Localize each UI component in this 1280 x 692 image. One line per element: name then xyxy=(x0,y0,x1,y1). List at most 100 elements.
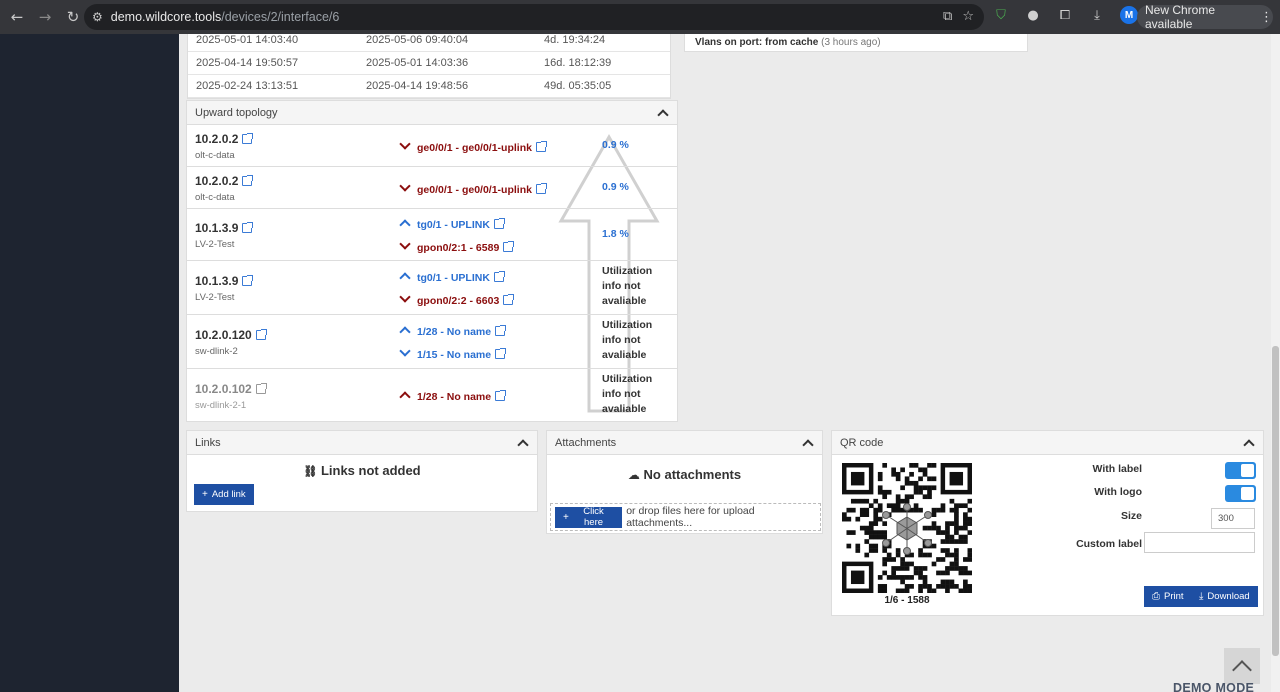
chevron-up-icon xyxy=(1232,660,1252,680)
external-link-icon[interactable] xyxy=(255,383,267,394)
menu-dots-icon: ⋮ xyxy=(1260,9,1273,25)
chevron-down-icon xyxy=(399,291,411,303)
history-table: 2025-05-01 14:03:40 2025-05-06 09:40:04 … xyxy=(187,34,671,99)
unlink-icon: ⛓ xyxy=(303,465,318,478)
custom-label-input[interactable] xyxy=(1144,532,1255,553)
table-row: 2025-02-24 13:13:51 2025-04-14 19:48:56 … xyxy=(188,75,670,98)
with-logo-label: With logo xyxy=(1094,486,1142,498)
update-chrome-label: New Chrome available xyxy=(1145,3,1216,31)
port-link[interactable]: 1/15 - No name xyxy=(399,345,507,361)
external-link-icon[interactable] xyxy=(535,141,547,152)
device-name: sw-dlink-2-1 xyxy=(195,400,247,411)
click-here-button[interactable]: + Click here xyxy=(555,506,623,528)
vlans-card: Vlans on port: from cache (3 hours ago) xyxy=(684,34,1028,52)
main-content: 2025-05-01 14:03:40 2025-05-06 09:40:04 … xyxy=(179,34,1271,692)
port-link[interactable]: 1/28 - No name xyxy=(399,390,507,403)
external-link-icon[interactable] xyxy=(535,183,547,194)
port-link[interactable]: ge0/0/1 - ge0/0/1-uplink xyxy=(399,180,547,196)
port-link[interactable]: gpon0/2:1 - 6589 xyxy=(399,238,515,254)
external-link-icon[interactable] xyxy=(242,275,254,286)
device-name: sw-dlink-2 xyxy=(195,346,238,357)
external-link-icon[interactable] xyxy=(493,271,505,282)
attachments-empty-state: ☁ No attachments xyxy=(627,467,742,482)
chevron-up-icon xyxy=(399,272,411,284)
upload-drop-zone[interactable]: + Click here or drop files here for uploa… xyxy=(550,503,821,531)
external-link-icon[interactable] xyxy=(503,241,515,252)
external-link-icon[interactable] xyxy=(242,133,254,144)
vlans-label: Vlans on port: from cache xyxy=(695,37,819,48)
collapse-chevron-icon[interactable] xyxy=(657,108,669,121)
device-name: LV-2-Test xyxy=(195,292,235,303)
extension-icon[interactable]: ● xyxy=(1024,6,1042,24)
cast-icon[interactable]: ⧉ xyxy=(943,9,952,24)
table-cell: 2025-04-14 19:48:56 xyxy=(366,80,469,92)
external-link-icon[interactable] xyxy=(495,390,507,401)
with-label-toggle[interactable] xyxy=(1225,462,1256,479)
chevron-down-icon xyxy=(399,345,411,357)
external-link-icon[interactable] xyxy=(503,294,515,305)
back-icon[interactable]: ← xyxy=(6,6,28,28)
collapse-chevron-icon[interactable] xyxy=(1243,438,1255,451)
device-ip-link[interactable]: 10.1.3.9 xyxy=(195,221,254,235)
chevron-down-icon xyxy=(399,138,411,150)
scroll-to-top-button[interactable] xyxy=(1224,648,1260,684)
download-button[interactable]: ⤓ Download xyxy=(1191,586,1258,607)
topology-title: Upward topology xyxy=(195,106,278,119)
scrollbar-thumb[interactable] xyxy=(1272,346,1279,656)
external-link-icon[interactable] xyxy=(495,325,507,336)
add-link-button[interactable]: + Add link xyxy=(194,484,254,505)
profile-avatar[interactable]: M xyxy=(1120,6,1138,24)
port-link[interactable]: gpon0/2:2 - 6603 xyxy=(399,291,515,307)
device-ip-link[interactable]: 10.1.3.9 xyxy=(195,274,254,288)
shield-extension-icon[interactable]: ⛉ xyxy=(992,6,1010,24)
qr-title: QR code xyxy=(840,436,884,449)
browser-toolbar: ← → ↻ ⚙ demo.wildcore.tools/devices/2/in… xyxy=(0,0,1280,34)
utilization-value: 1.8 % xyxy=(602,228,629,240)
external-link-icon[interactable] xyxy=(255,329,267,340)
demo-mode-label: DEMO MODE xyxy=(1173,681,1255,692)
chevron-up-icon xyxy=(399,391,411,403)
page-scrollbar[interactable] xyxy=(1271,34,1280,692)
size-input[interactable]: 300 xyxy=(1211,508,1255,529)
address-bar[interactable]: ⚙ demo.wildcore.tools/devices/2/interfac… xyxy=(84,4,984,30)
device-ip-link[interactable]: 10.2.0.2 xyxy=(195,132,254,146)
download-button-wrap: ⤓ Download xyxy=(1191,586,1258,607)
drop-zone-text: or drop files here for upload attachment… xyxy=(626,505,755,529)
port-link[interactable]: tg0/1 - UPLINK xyxy=(399,271,505,284)
device-ip-link[interactable]: 10.2.0.102 xyxy=(195,382,267,396)
topology-header[interactable]: Upward topology xyxy=(187,101,677,125)
download-icon[interactable]: ⤓ xyxy=(1088,6,1106,24)
table-cell: 4d. 19:34:24 xyxy=(544,34,606,46)
with-logo-toggle[interactable] xyxy=(1225,485,1256,502)
external-link-icon[interactable] xyxy=(493,218,505,229)
topology-row: 10.2.0.102 sw-dlink-2-1 1/28 - No name U… xyxy=(187,369,677,422)
external-link-icon[interactable] xyxy=(242,175,254,186)
upward-topology-card: Upward topology 10.2.0.2 olt-c-data ge0/… xyxy=(186,100,678,422)
utilization-value: 0.9 % xyxy=(602,181,629,193)
chevron-up-icon xyxy=(399,326,411,338)
device-ip-link[interactable]: 10.2.0.120 xyxy=(195,328,267,342)
device-ip-link[interactable]: 10.2.0.2 xyxy=(195,174,254,188)
puzzle-extensions-icon[interactable]: ⧠ xyxy=(1056,6,1074,24)
chevron-down-icon xyxy=(399,180,411,192)
utilization-value: Utilization info not avaliable xyxy=(602,265,653,307)
collapse-chevron-icon[interactable] xyxy=(802,438,814,451)
port-link[interactable]: tg0/1 - UPLINK xyxy=(399,218,505,231)
update-chrome-button[interactable]: New Chrome available ⋮ xyxy=(1137,3,1273,31)
reload-icon[interactable]: ↻ xyxy=(62,6,84,28)
links-header[interactable]: Links xyxy=(187,431,537,455)
site-info-icon[interactable]: ⚙ xyxy=(92,10,103,24)
external-link-icon[interactable] xyxy=(242,222,254,233)
print-button[interactable]: ⎙ Print xyxy=(1144,586,1192,607)
collapse-chevron-icon[interactable] xyxy=(517,438,529,451)
bookmark-star-icon[interactable]: ☆ xyxy=(962,9,974,24)
qr-header[interactable]: QR code xyxy=(832,431,1263,455)
forward-icon[interactable]: → xyxy=(34,6,56,28)
topology-row: 10.2.0.120 sw-dlink-2 1/28 - No name 1/1… xyxy=(187,315,677,369)
utilization-value: 0.9 % xyxy=(602,139,629,151)
utilization-value: Utilization info not avaliable xyxy=(602,319,653,361)
port-link[interactable]: ge0/0/1 - ge0/0/1-uplink xyxy=(399,138,547,154)
port-link[interactable]: 1/28 - No name xyxy=(399,325,507,338)
attachments-header[interactable]: Attachments xyxy=(547,431,822,455)
external-link-icon[interactable] xyxy=(495,348,507,359)
